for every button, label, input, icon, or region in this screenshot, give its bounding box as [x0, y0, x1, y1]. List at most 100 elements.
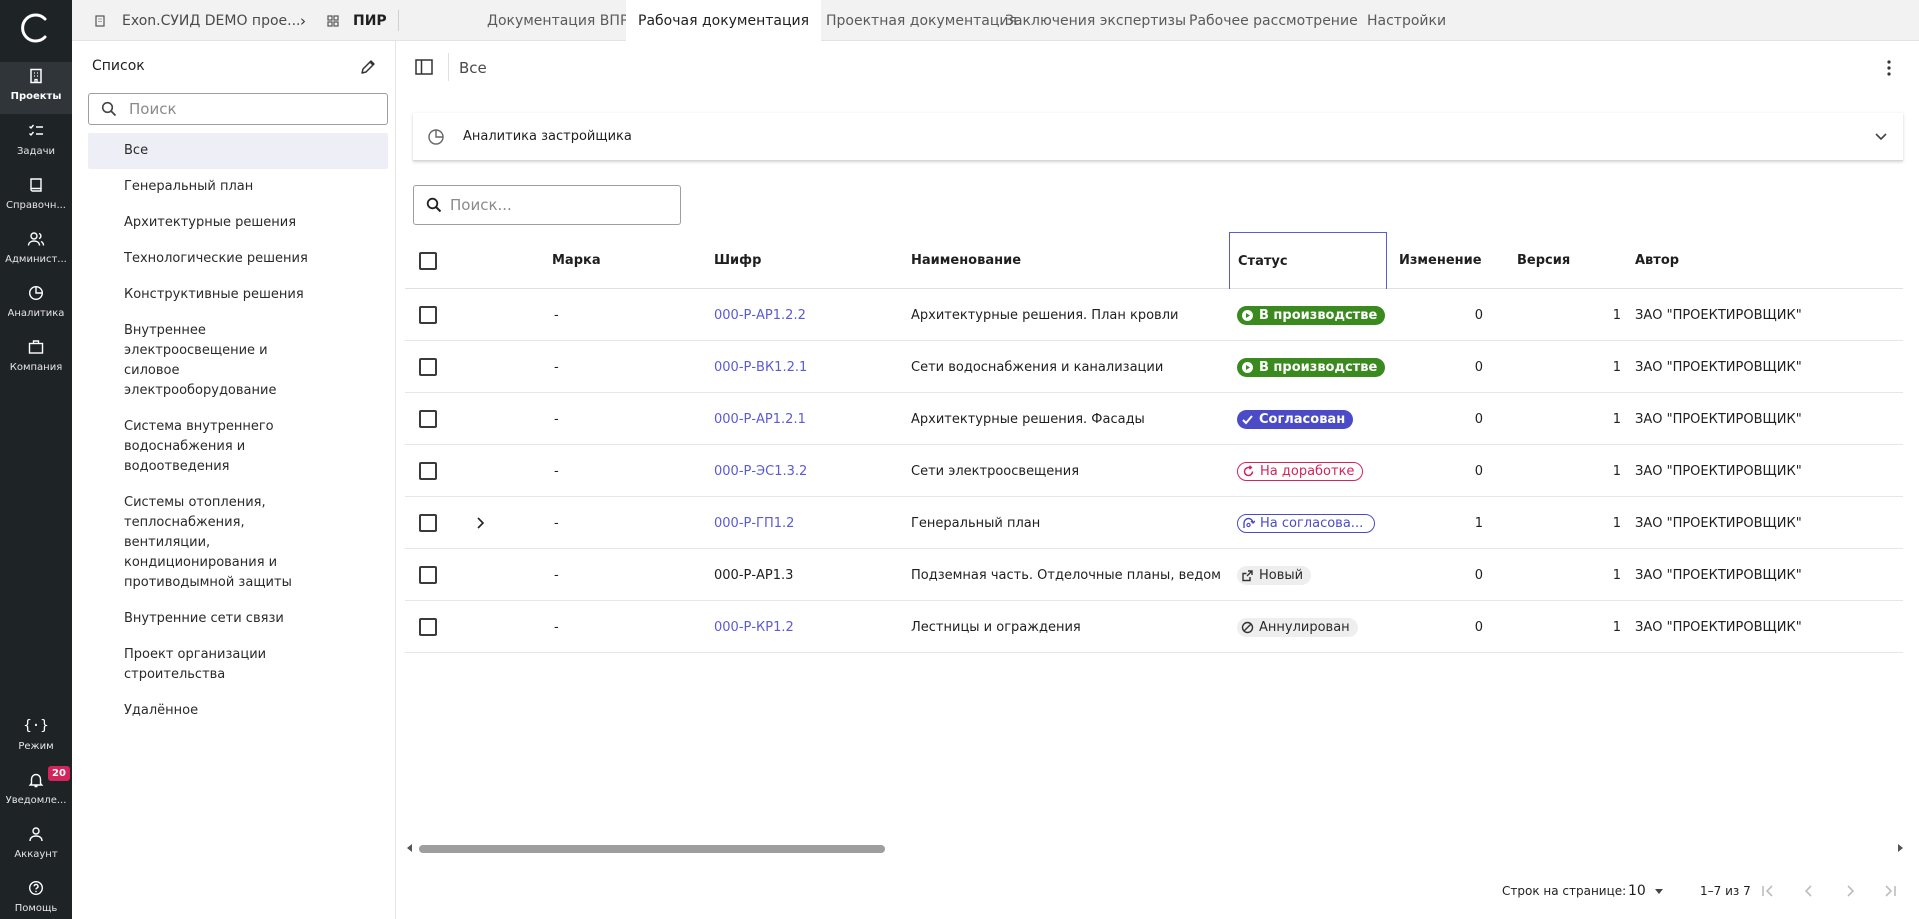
- cell-author: ЗАО "ПРОЕКТИРОВЩИК": [1635, 359, 1802, 375]
- list-search-input[interactable]: [129, 100, 369, 118]
- table-row[interactable]: - 000-Р-ЭС1.3.2 Сети электроосвещения На до…: [405, 445, 1903, 497]
- check-icon: [1241, 413, 1254, 426]
- rail-item-help[interactable]: Помощь: [0, 874, 72, 919]
- scrollbar-thumb[interactable]: [419, 845, 885, 853]
- column-marka[interactable]: Марка: [552, 232, 601, 289]
- next-page-icon[interactable]: [1841, 879, 1859, 903]
- list-panel: Список Все Генеральный план Архитектурны…: [72, 41, 396, 919]
- chevron-right-icon[interactable]: [473, 516, 487, 530]
- list-item[interactable]: Система внутреннего водоснабжения и водо…: [88, 409, 388, 485]
- rail-item-company[interactable]: Компания: [0, 333, 72, 385]
- list-search: [88, 93, 388, 125]
- row-checkbox[interactable]: [419, 618, 437, 636]
- prev-page-icon[interactable]: [1800, 879, 1818, 903]
- tab-expertise[interactable]: Заключения экспертизы: [993, 0, 1198, 41]
- row-checkbox[interactable]: [419, 514, 437, 532]
- column-name[interactable]: Наименование: [911, 232, 1021, 289]
- table-row[interactable]: - 000-Р-ВК1.2.1 Сети водоснабжения и канал…: [405, 341, 1903, 393]
- first-page-icon[interactable]: [1759, 879, 1777, 903]
- status-label: В производстве: [1259, 359, 1378, 375]
- cell-author: ЗАО "ПРОЕКТИРОВЩИК": [1635, 411, 1802, 427]
- rail-label: Аналитика: [7, 308, 65, 319]
- notification-badge: 20: [48, 766, 70, 781]
- edit-pencil-icon[interactable]: [359, 58, 377, 76]
- status-label: На согласова...: [1260, 515, 1364, 531]
- table-row[interactable]: - 000-Р-АР1.2.2 Архитектурные решения. Пла…: [405, 289, 1903, 341]
- rail-item-directory[interactable]: Справочн...: [0, 171, 72, 223]
- cell-shifr-link[interactable]: 000-Р-АР1.2.2: [714, 289, 806, 341]
- row-checkbox[interactable]: [419, 462, 437, 480]
- breadcrumb-separator: ›: [300, 11, 306, 30]
- horizontal-scrollbar[interactable]: [405, 841, 1905, 855]
- cell-status: Согласован: [1237, 393, 1354, 445]
- cell-shifr-link[interactable]: 000-Р-ЭС1.3.2: [714, 445, 807, 497]
- cell-shifr-link[interactable]: 000-Р-АР1.2.1: [714, 393, 806, 445]
- rail-item-mode[interactable]: {·} Режим: [0, 712, 72, 764]
- app-logo[interactable]: [20, 12, 52, 44]
- caret-down-icon: [1654, 889, 1663, 894]
- row-checkbox[interactable]: [419, 306, 437, 324]
- more-vert-icon[interactable]: [1881, 59, 1897, 77]
- breadcrumb-section[interactable]: ПИР: [327, 0, 387, 41]
- scroll-left-icon[interactable]: [405, 843, 415, 853]
- table-search: [413, 185, 681, 225]
- cell-shifr-link[interactable]: 000-Р-КР1.2: [714, 601, 794, 653]
- page-title: Все: [459, 59, 487, 77]
- topbar-divider: [398, 10, 399, 31]
- rail-item-tasks[interactable]: Задачи: [0, 117, 72, 169]
- column-author[interactable]: Автор: [1635, 232, 1679, 289]
- help-icon: [26, 878, 46, 898]
- cell-shifr-link[interactable]: 000-Р-ВК1.2.1: [714, 341, 807, 393]
- sidebar-toggle-icon[interactable]: [415, 59, 433, 75]
- list-item[interactable]: Технологические решения: [88, 241, 388, 277]
- column-change[interactable]: Изменение: [1399, 232, 1482, 289]
- tab-settings[interactable]: Настройки: [1355, 0, 1458, 41]
- cell-change: 0: [1474, 619, 1483, 635]
- cell-version: 1: [1612, 463, 1621, 479]
- select-all-checkbox[interactable]: [419, 251, 437, 270]
- tab-working-docs[interactable]: Рабочая документация: [626, 0, 822, 41]
- rail-item-notifications[interactable]: 20 Уведомле...: [0, 766, 72, 818]
- table-search-input[interactable]: [450, 196, 670, 214]
- table-row[interactable]: - 000-Р-КР1.2 Лестницы и ограждения Аннулир…: [405, 601, 1903, 653]
- last-page-icon[interactable]: [1881, 879, 1899, 903]
- rail-item-analytics[interactable]: Аналитика: [0, 279, 72, 331]
- rail-item-account[interactable]: Аккаунт: [0, 820, 72, 872]
- row-checkbox[interactable]: [419, 410, 437, 428]
- cell-name: Архитектурные решения. Фасады: [911, 411, 1145, 427]
- rail-label: Помощь: [14, 903, 58, 914]
- rail-item-projects[interactable]: Проекты: [0, 62, 72, 114]
- column-shifr[interactable]: Шифр: [714, 232, 761, 289]
- tab-working-review[interactable]: Рабочее рассмотрение: [1177, 0, 1370, 41]
- rows-per-page-select[interactable]: 10: [1628, 879, 1664, 903]
- cancel-icon: [1241, 621, 1254, 634]
- list-item-deleted[interactable]: Удалённое: [88, 693, 388, 729]
- list-item-all[interactable]: Все: [88, 133, 388, 169]
- list-item[interactable]: Проект организации строительства: [88, 637, 388, 693]
- list-item[interactable]: Архитектурные решения: [88, 205, 388, 241]
- analytics-accordion[interactable]: Аналитика застройщика: [413, 113, 1903, 161]
- list-item[interactable]: Конструктивные решения: [88, 277, 388, 313]
- row-checkbox[interactable]: [419, 566, 437, 584]
- row-select-cell: [419, 393, 437, 445]
- table-row[interactable]: - 000-Р-АР1.3 Подземная часть. Отделочные …: [405, 549, 1903, 601]
- table-row[interactable]: - 000-Р-ГП1.2 Генеральный план На согласова…: [405, 497, 1903, 549]
- tab-vpr-docs[interactable]: Документация ВПР: [475, 0, 640, 41]
- list-item[interactable]: Внутренние сети связи: [88, 601, 388, 637]
- rail-item-admin[interactable]: Админист...: [0, 225, 72, 277]
- list-item[interactable]: Генеральный план: [88, 169, 388, 205]
- table-row[interactable]: - 000-Р-АР1.2.1 Архитектурные решения. Фас…: [405, 393, 1903, 445]
- cell-name: Сети водоснабжения и канализации: [911, 359, 1164, 375]
- nav-rail: Проекты Задачи Справочн... Админист... А…: [0, 0, 72, 919]
- status-badge: В производстве: [1237, 357, 1386, 377]
- breadcrumb-project[interactable]: Exon.СУИД DEMO прое...: [94, 0, 322, 41]
- list-item[interactable]: Внутреннее электроосвещение и силовое эл…: [88, 313, 388, 409]
- row-checkbox[interactable]: [419, 358, 437, 376]
- scroll-right-icon[interactable]: [1895, 843, 1905, 853]
- cell-version: 1: [1612, 567, 1621, 583]
- list-item[interactable]: Системы отопления, теплоснабжения, венти…: [88, 485, 388, 601]
- column-version[interactable]: Версия: [1517, 232, 1570, 289]
- column-status[interactable]: Статус: [1229, 232, 1387, 289]
- cell-shifr-link[interactable]: 000-Р-ГП1.2: [714, 497, 794, 549]
- analytics-icon: [26, 283, 46, 303]
